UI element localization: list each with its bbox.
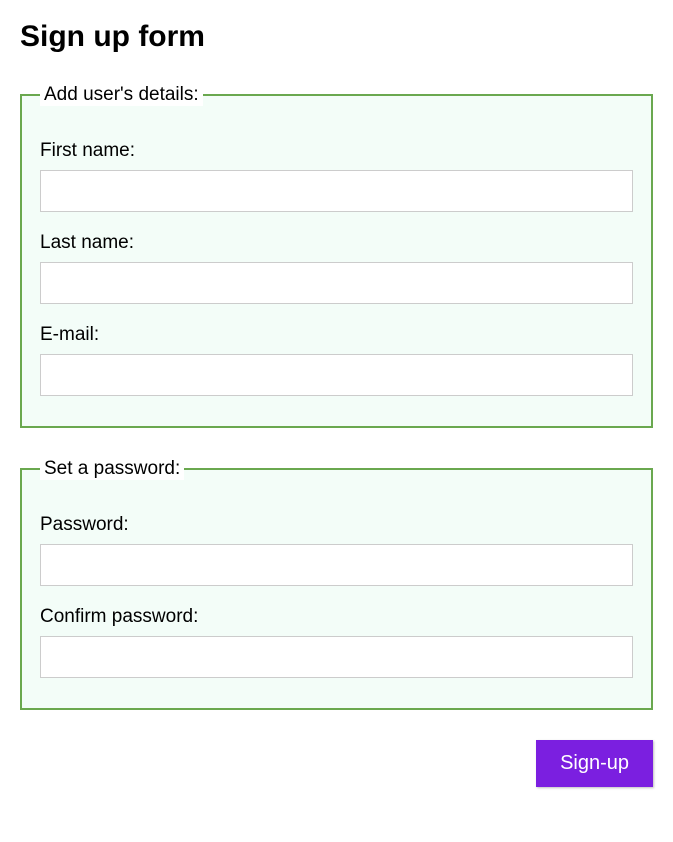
password-legend: Set a password: xyxy=(40,458,184,480)
signup-form: Add user's details: First name: Last nam… xyxy=(20,84,653,787)
user-details-fieldset: Add user's details: First name: Last nam… xyxy=(20,84,653,428)
first-name-input[interactable] xyxy=(40,170,633,212)
password-field: Password: xyxy=(40,514,633,586)
password-input[interactable] xyxy=(40,544,633,586)
actions-row: Sign-up xyxy=(20,740,653,787)
signup-button[interactable]: Sign-up xyxy=(536,740,653,787)
password-fieldset: Set a password: Password: Confirm passwo… xyxy=(20,458,653,710)
last-name-label: Last name: xyxy=(40,232,633,254)
email-field: E-mail: xyxy=(40,324,633,396)
first-name-field: First name: xyxy=(40,140,633,212)
confirm-password-input[interactable] xyxy=(40,636,633,678)
last-name-input[interactable] xyxy=(40,262,633,304)
password-label: Password: xyxy=(40,514,633,536)
confirm-password-label: Confirm password: xyxy=(40,606,633,628)
email-label: E-mail: xyxy=(40,324,633,346)
user-details-legend: Add user's details: xyxy=(40,84,203,106)
page-title: Sign up form xyxy=(20,20,653,54)
email-input[interactable] xyxy=(40,354,633,396)
confirm-password-field: Confirm password: xyxy=(40,606,633,678)
last-name-field: Last name: xyxy=(40,232,633,304)
first-name-label: First name: xyxy=(40,140,633,162)
